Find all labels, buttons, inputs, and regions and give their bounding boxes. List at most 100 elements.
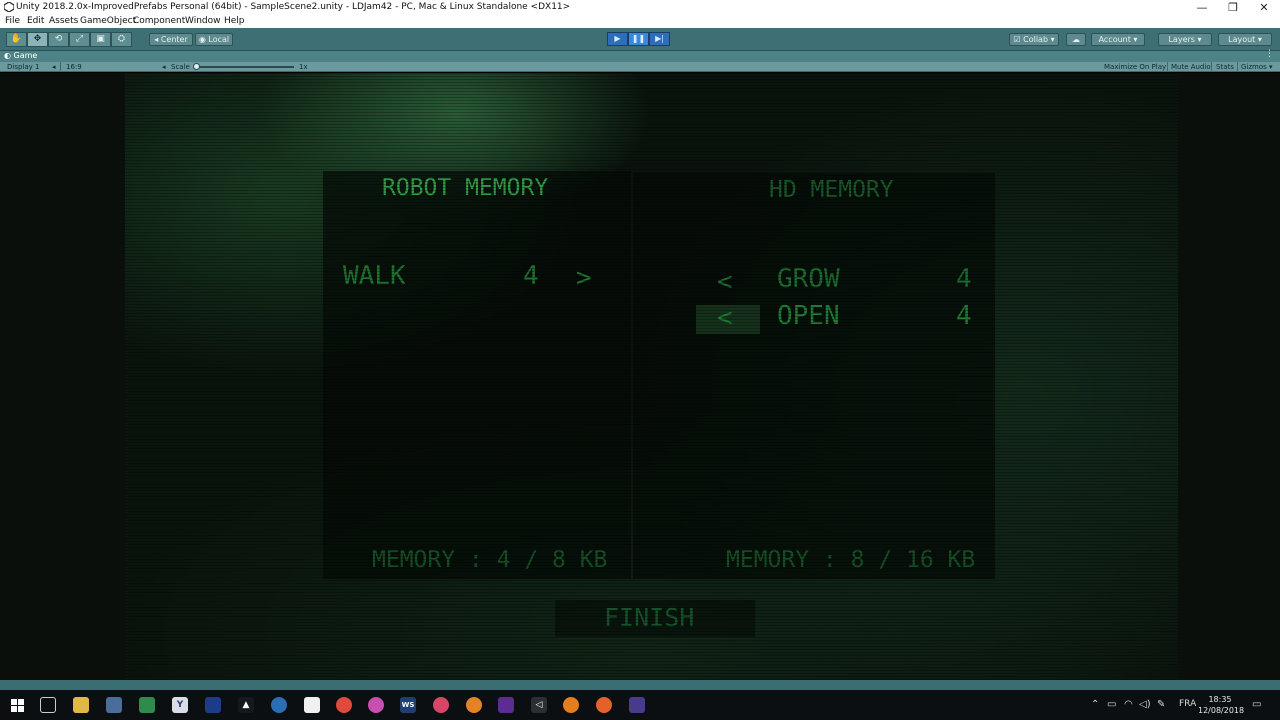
file-explorer-icon[interactable] bbox=[73, 697, 89, 713]
gizmos-label: Gizmos bbox=[1241, 63, 1267, 71]
battery-icon[interactable]: ▭ bbox=[1107, 699, 1116, 710]
robot-item-size: 4 bbox=[523, 261, 539, 291]
unity-icon[interactable]: ◁ bbox=[531, 697, 547, 713]
clock-date: 12/08/2018 bbox=[1198, 706, 1245, 715]
tab-game-label: Game bbox=[13, 51, 38, 60]
stats-toggle[interactable]: Stats bbox=[1216, 62, 1234, 72]
menu-assets[interactable]: Assets bbox=[49, 16, 78, 26]
pivot-center-button[interactable]: ◂ Center bbox=[149, 33, 193, 46]
divider bbox=[1211, 62, 1212, 72]
move-to-hd-arrow-button[interactable]: > bbox=[576, 263, 592, 293]
scale-slider-handle[interactable] bbox=[193, 63, 200, 70]
collab-button[interactable]: ☑ Collab ▾ bbox=[1009, 33, 1059, 46]
space-label: Local bbox=[208, 35, 230, 44]
volume-icon[interactable]: ◁) bbox=[1139, 699, 1151, 710]
blender-icon[interactable] bbox=[563, 697, 579, 713]
divider bbox=[1237, 62, 1238, 72]
tab-menu-icon[interactable]: ⋮ bbox=[1265, 49, 1274, 59]
step-icon[interactable]: ▶| bbox=[649, 32, 670, 46]
title-bar: Unity 2018.2.0x-ImprovedPrefabs Personal… bbox=[0, 0, 1280, 15]
hand-tool-icon[interactable]: ✋ bbox=[6, 32, 27, 47]
layers-label: Layers bbox=[1168, 35, 1195, 44]
display-dropdown[interactable]: Display 1 bbox=[7, 62, 39, 72]
word-icon[interactable] bbox=[205, 697, 221, 713]
app-icon[interactable] bbox=[271, 697, 287, 713]
account-button[interactable]: Account ▾ bbox=[1091, 33, 1145, 46]
pause-icon[interactable]: ❚❚ bbox=[628, 32, 649, 46]
letterbox-right bbox=[1178, 73, 1280, 680]
window-title: Unity 2018.2.0x-ImprovedPrefabs Personal… bbox=[16, 2, 571, 12]
collab-label: Collab bbox=[1023, 35, 1049, 44]
clock-time: 18:35 bbox=[1208, 695, 1232, 704]
menu-gameobject[interactable]: GameObject bbox=[80, 16, 136, 26]
cloud-icon[interactable]: ☁ bbox=[1066, 33, 1086, 46]
pen-icon[interactable]: ✎ bbox=[1157, 699, 1165, 710]
aspect-dropdown[interactable]: 16:9 bbox=[66, 62, 82, 72]
hd-memory-panel bbox=[633, 173, 995, 579]
close-button[interactable]: ✕ bbox=[1249, 0, 1279, 15]
windows-taskbar: Y ▲ WS ◁ ⌃ ▭ ◠ ◁) ✎ FRA 18:35 12/08/2018… bbox=[0, 690, 1280, 720]
robot-item-name: WALK bbox=[343, 261, 406, 291]
menu-file[interactable]: File bbox=[5, 16, 20, 26]
hd-memory-usage: MEMORY : 8 / 16 KB bbox=[726, 547, 976, 573]
mute-audio-toggle[interactable]: Mute Audio bbox=[1171, 62, 1211, 72]
space-local-button[interactable]: ◉ Local bbox=[195, 33, 233, 46]
hd-item-size: 4 bbox=[956, 301, 972, 331]
editor-status-bar bbox=[0, 680, 1280, 690]
minimize-button[interactable]: — bbox=[1187, 0, 1217, 15]
move-tool-icon[interactable]: ✥ bbox=[27, 32, 48, 47]
task-view-icon[interactable] bbox=[40, 697, 56, 713]
hd-item-name: OPEN bbox=[777, 301, 840, 331]
menu-window[interactable]: Window bbox=[185, 16, 221, 26]
robot-memory-panel bbox=[323, 171, 631, 579]
unity-hub-icon[interactable]: ▲ bbox=[238, 697, 254, 713]
notes-icon[interactable] bbox=[304, 697, 320, 713]
maximize-on-play-toggle[interactable]: Maximize On Play bbox=[1104, 62, 1166, 72]
language-indicator[interactable]: FRA bbox=[1179, 699, 1196, 709]
app-icon[interactable] bbox=[433, 697, 449, 713]
network-app-icon[interactable] bbox=[106, 697, 122, 713]
transform-tool-icon[interactable]: ⛭ bbox=[111, 32, 132, 47]
rotate-tool-icon[interactable]: ⟲ bbox=[48, 32, 69, 47]
tab-game[interactable]: ◐ Game bbox=[4, 51, 37, 60]
windows-start-icon[interactable] bbox=[11, 699, 24, 712]
visual-studio-icon[interactable] bbox=[498, 697, 514, 713]
app-icon[interactable] bbox=[139, 697, 155, 713]
webstorm-icon[interactable]: WS bbox=[400, 697, 416, 713]
app-icon[interactable] bbox=[466, 697, 482, 713]
transform-tools: ✋ ✥ ⟲ ⤢ ▣ ⛭ bbox=[6, 32, 132, 47]
tray-chevron-icon[interactable]: ⌃ bbox=[1091, 699, 1099, 710]
chrome-icon[interactable] bbox=[336, 697, 352, 713]
scale-tool-icon[interactable]: ⤢ bbox=[69, 32, 90, 47]
wifi-icon[interactable]: ◠ bbox=[1124, 699, 1133, 710]
layers-button[interactable]: Layers ▾ bbox=[1158, 33, 1212, 46]
account-label: Account bbox=[1098, 35, 1131, 44]
game-view[interactable]: ROBOT MEMORY HD MEMORY WALK 4 > < GROW 4… bbox=[0, 73, 1280, 680]
firefox-icon[interactable] bbox=[596, 697, 612, 713]
menu-edit[interactable]: Edit bbox=[27, 16, 44, 26]
app-icon[interactable] bbox=[368, 697, 384, 713]
rect-tool-icon[interactable]: ▣ bbox=[90, 32, 111, 47]
restore-button[interactable]: ❐ bbox=[1218, 0, 1248, 15]
notifications-icon[interactable]: ▭ bbox=[1252, 699, 1261, 710]
robot-memory-usage: MEMORY : 4 / 8 KB bbox=[372, 547, 608, 573]
gizmos-dropdown[interactable]: Gizmos ▾ bbox=[1241, 62, 1273, 72]
divider bbox=[60, 62, 61, 72]
clock[interactable]: 18:35 12/08/2018 bbox=[1198, 694, 1245, 716]
move-to-robot-arrow-button[interactable]: < bbox=[717, 267, 733, 297]
move-to-robot-arrow-button[interactable]: < bbox=[717, 303, 733, 333]
play-icon[interactable]: ▶ bbox=[607, 32, 628, 46]
scale-slider-track[interactable] bbox=[197, 66, 294, 68]
layout-button[interactable]: Layout ▾ bbox=[1218, 33, 1272, 46]
hd-memory-title: HD MEMORY bbox=[769, 177, 894, 203]
menu-component[interactable]: Component bbox=[133, 16, 185, 26]
aspect-chevron-icon: ◂ bbox=[162, 63, 166, 71]
finish-button[interactable]: FINISH bbox=[604, 603, 694, 632]
pivot-label: Center bbox=[160, 35, 188, 44]
menu-bar: File Edit Assets GameObject Component Wi… bbox=[0, 15, 1280, 28]
robot-memory-title: ROBOT MEMORY bbox=[382, 175, 549, 201]
yammer-icon[interactable]: Y bbox=[172, 697, 188, 713]
app-icon[interactable] bbox=[629, 697, 645, 713]
hd-item-name: GROW bbox=[777, 264, 840, 294]
menu-help[interactable]: Help bbox=[224, 16, 245, 26]
